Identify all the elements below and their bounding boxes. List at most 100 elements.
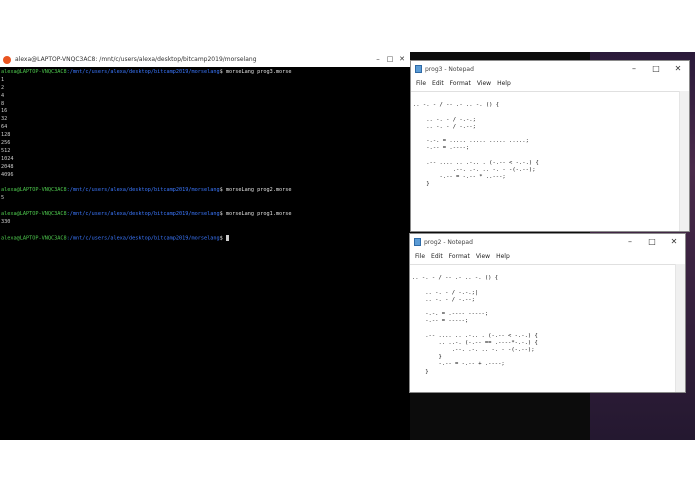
menu-help[interactable]: Help: [496, 253, 510, 260]
notepad-title: prog2 - Notepad: [424, 238, 473, 246]
code-line: .--. .-. .. -. - -(-.--);: [413, 166, 536, 173]
terminal-output-line: 1024: [1, 155, 14, 162]
terminal-output-line: 330: [1, 218, 11, 225]
notepad-text-area[interactable]: .. -. - / -- .- .. -. () { .. -. - / -.-…: [410, 264, 675, 392]
notepad-titlebar[interactable]: prog3 - Notepad – □ ✕: [411, 61, 689, 77]
terminal-prompt-line: alexa@LAPTOP-VNQC3AC8:/mnt/c/users/alexa…: [1, 234, 409, 243]
code-line: .. -. - / -.--;: [412, 296, 475, 303]
vertical-scrollbar[interactable]: [675, 264, 685, 392]
code-line: .. -. - / -.--;: [413, 123, 476, 130]
menu-edit[interactable]: Edit: [432, 80, 444, 87]
terminal-output-line: 5: [1, 195, 5, 202]
terminal-output-line: 1: [1, 76, 5, 83]
menu-format[interactable]: Format: [449, 253, 470, 260]
notepad-icon: [415, 65, 422, 73]
prompt-path: :/mnt/c/users/alexa/desktop/bitcamp2019/…: [66, 211, 220, 218]
code-line: -.-- = .----;: [413, 145, 470, 152]
prompt-command: $ morseLang prog3.morse: [219, 69, 292, 75]
prompt-user: alexa@LAPTOP-VNQC3AC8: [1, 211, 67, 218]
terminal-output-line: 8: [1, 100, 5, 107]
prompt-user: alexa@LAPTOP-VNQC3AC8: [1, 187, 67, 194]
terminal-output-line: 32: [1, 116, 8, 123]
terminal-prompt-line: alexa@LAPTOP-VNQC3AC8:/mnt/c/users/alexa…: [1, 187, 409, 195]
notepad-window-prog3[interactable]: prog3 - Notepad – □ ✕ File Edit Format V…: [410, 60, 690, 232]
prompt-user: alexa@LAPTOP-VNQC3AC8: [1, 69, 67, 75]
menu-view[interactable]: View: [477, 80, 491, 87]
terminal-window[interactable]: alexa@LAPTOP-VNQC3AC8: /mnt/c/users/alex…: [0, 52, 410, 440]
code-line: }: [412, 368, 429, 375]
minimize-button[interactable]: –: [623, 61, 645, 77]
code-line: .-- .... .. .-.. . (-.-- < -.-.) {: [412, 332, 538, 339]
prompt-user: alexa@LAPTOP-VNQC3AC8: [1, 235, 67, 242]
maximize-button[interactable]: □: [384, 52, 396, 67]
terminal-prompt-line: alexa@LAPTOP-VNQC3AC8:/mnt/c/users/alexa…: [1, 69, 409, 77]
terminal-output-line: 128: [1, 132, 11, 139]
notepad-window-prog2[interactable]: prog2 - Notepad – □ ✕ File Edit Format V…: [409, 233, 686, 393]
code-line: .. -. - / -- .- .. -. () {: [413, 102, 500, 109]
close-button[interactable]: ✕: [667, 61, 689, 77]
code-line: -.-. = .---- -----;: [412, 311, 489, 318]
menu-view[interactable]: View: [476, 253, 490, 260]
vertical-scrollbar[interactable]: [679, 91, 689, 231]
code-line: .. -. - / -.-.;: [413, 116, 476, 123]
terminal-output-line: 2048: [1, 163, 14, 170]
notepad-menubar: File Edit Format View Help: [411, 77, 689, 90]
maximize-button[interactable]: □: [645, 61, 667, 77]
notepad-title: prog3 - Notepad: [425, 65, 474, 73]
maximize-button[interactable]: □: [641, 234, 663, 250]
code-line: -.-. = ..... ..... ..... .....;: [413, 138, 529, 145]
notepad-text-area[interactable]: .. -. - / -- .- .. -. () { .. -. - / -.-…: [411, 91, 679, 231]
code-line: }: [412, 354, 442, 361]
notepad-titlebar[interactable]: prog2 - Notepad – □ ✕: [410, 234, 685, 250]
code-line: -.-- = -.-- * ..---;: [413, 174, 506, 181]
prompt-path: :/mnt/c/users/alexa/desktop/bitcamp2019/…: [66, 69, 220, 75]
close-button[interactable]: ✕: [396, 52, 408, 67]
menu-file[interactable]: File: [416, 80, 426, 87]
prompt-path: :/mnt/c/users/alexa/desktop/bitcamp2019/…: [66, 235, 220, 242]
close-button[interactable]: ✕: [663, 234, 685, 250]
prompt-command: $ morseLang prog2.morse: [219, 187, 292, 194]
code-line: -.-- = -.-- + .----;: [412, 361, 505, 368]
terminal-output-line: 4: [1, 92, 5, 99]
notepad-icon: [414, 238, 421, 246]
code-line: .-- .... .. .-.. . (-.-- < -.-.) {: [413, 159, 539, 166]
terminal-titlebar[interactable]: alexa@LAPTOP-VNQC3AC8: /mnt/c/users/alex…: [0, 52, 410, 67]
terminal-cursor: [225, 234, 229, 241]
menu-format[interactable]: Format: [450, 80, 471, 87]
code-line: }: [413, 181, 430, 188]
menu-edit[interactable]: Edit: [431, 253, 443, 260]
terminal-output-line: 256: [1, 140, 11, 147]
terminal-prompt-line: alexa@LAPTOP-VNQC3AC8:/mnt/c/users/alexa…: [1, 211, 409, 219]
terminal-output-line: 64: [1, 124, 8, 131]
code-line: .. -. - / -.-.;|: [412, 289, 479, 296]
code-line: -.-- = -----;: [412, 318, 469, 325]
prompt-command: $ morseLang prog1.morse: [219, 211, 292, 218]
terminal-output-line: 4096: [1, 171, 14, 178]
terminal-output[interactable]: alexa@LAPTOP-VNQC3AC8:/mnt/c/users/alexa…: [0, 68, 410, 440]
terminal-output-line: 512: [1, 147, 11, 154]
minimize-button[interactable]: –: [372, 52, 384, 67]
notepad-menubar: File Edit Format View Help: [410, 250, 685, 263]
terminal-output-line: 2: [1, 84, 5, 91]
code-line: .--. .-. .. -. - -(-.--);: [412, 347, 535, 354]
terminal-title: alexa@LAPTOP-VNQC3AC8: /mnt/c/users/alex…: [15, 56, 257, 63]
menu-file[interactable]: File: [415, 253, 425, 260]
code-line: .. -. - / -- .- .. -. () {: [412, 275, 499, 282]
code-line: .. ..-. (-.-- == .----*-.-.) {: [412, 339, 538, 346]
prompt-path: :/mnt/c/users/alexa/desktop/bitcamp2019/…: [66, 187, 220, 194]
minimize-button[interactable]: –: [619, 234, 641, 250]
ubuntu-icon: [3, 55, 11, 64]
terminal-output-line: 16: [1, 108, 8, 115]
menu-help[interactable]: Help: [497, 80, 511, 87]
